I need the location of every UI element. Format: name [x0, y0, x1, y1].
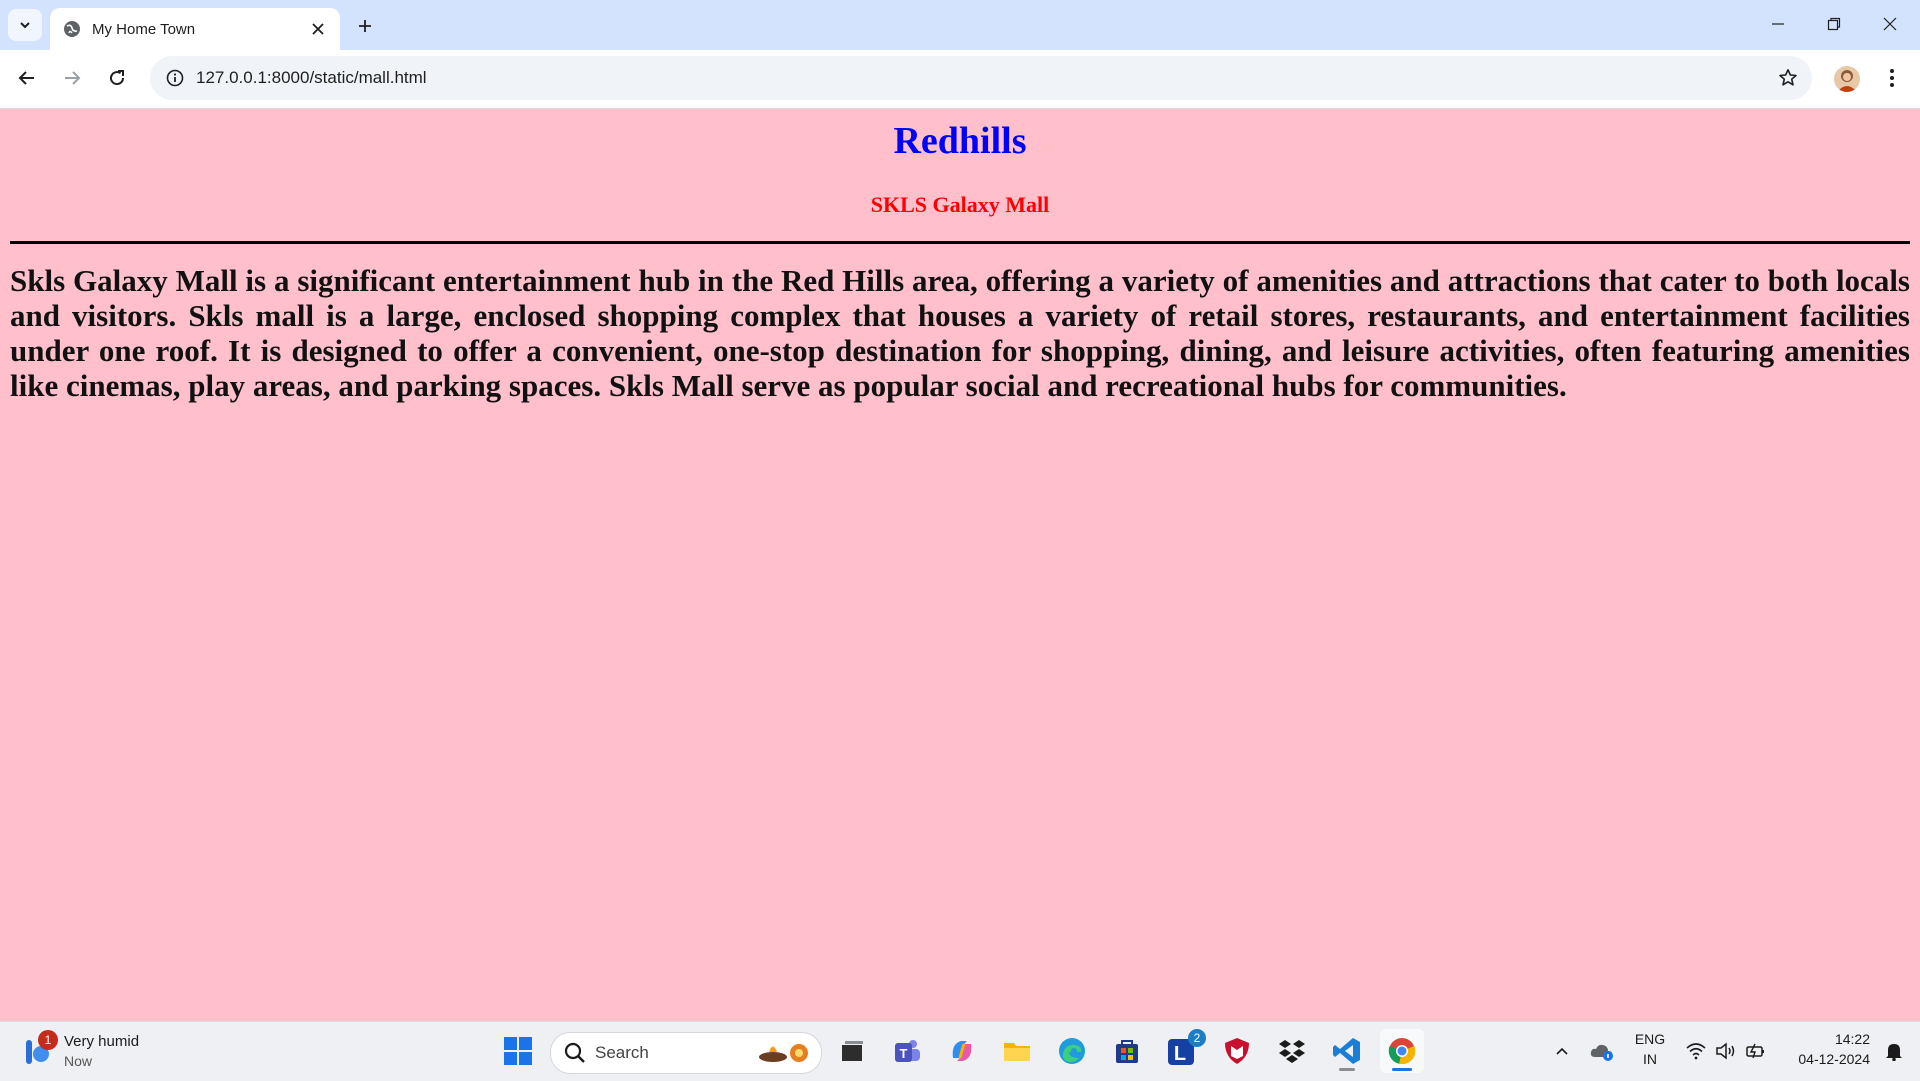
url-text[interactable]: 127.0.0.1:8000/static/mall.html: [196, 68, 427, 88]
battery-charging-icon: [1746, 1043, 1764, 1059]
browser-toolbar: 127.0.0.1:8000/static/mall.html: [0, 50, 1920, 109]
chrome-icon: [1388, 1038, 1416, 1065]
web-page-content: Redhills SKLS Galaxy Mall Skls Galaxy Ma…: [0, 109, 1920, 1021]
wifi-icon: [1686, 1043, 1706, 1060]
teams-icon: T: [895, 1040, 920, 1062]
dropbox-app[interactable]: [1270, 1029, 1314, 1073]
address-bar[interactable]: 127.0.0.1:8000/static/mall.html: [150, 56, 1812, 100]
close-window-button[interactable]: [1862, 4, 1918, 44]
minimize-button[interactable]: [1750, 4, 1806, 44]
description-paragraph: Skls Galaxy Mall is a significant entert…: [10, 263, 1910, 403]
running-indicator: [1339, 1068, 1355, 1071]
shield-icon: [1225, 1038, 1249, 1064]
notifications-button[interactable]: [1874, 1029, 1914, 1073]
cloud-icon: [1590, 1044, 1613, 1061]
dropbox-icon: [1279, 1040, 1305, 1063]
task-view-icon: [842, 1041, 863, 1061]
arrow-left-icon: [18, 71, 34, 85]
forward-button[interactable]: [54, 60, 90, 96]
new-tab-button[interactable]: [350, 12, 380, 40]
page-subheading: SKLS Galaxy Mall: [870, 192, 1050, 217]
edge-icon: [1059, 1038, 1085, 1064]
weather-notification-badge: 1: [38, 1030, 58, 1050]
copilot-icon: [952, 1041, 972, 1061]
reload-icon: [110, 70, 125, 86]
restore-button[interactable]: [1806, 4, 1862, 44]
close-icon: [1883, 17, 1897, 31]
weather-subtitle: Now: [64, 1053, 93, 1069]
divider: [10, 241, 1910, 244]
search-icon: [564, 1042, 585, 1063]
vscode-icon: [1333, 1038, 1360, 1064]
reload-button[interactable]: [99, 60, 135, 96]
minimize-icon: [1772, 23, 1784, 25]
globe-icon: [62, 19, 82, 39]
svg-text:T: T: [900, 1046, 908, 1061]
bookmark-star-icon[interactable]: [1774, 64, 1802, 92]
file-explorer-app[interactable]: [995, 1029, 1039, 1073]
speaker-icon: [1716, 1042, 1735, 1060]
store-icon: [1116, 1040, 1138, 1063]
language-indicator[interactable]: ENG: [1630, 1031, 1670, 1047]
taskbar-search-box[interactable]: Search: [550, 1032, 822, 1074]
onedrive-tray[interactable]: [1580, 1029, 1624, 1073]
app-notification-badge: 2: [1188, 1029, 1206, 1047]
windows-taskbar: 1 Very humid Now Search T L 2 ENG IN 14:…: [0, 1021, 1920, 1081]
site-info-icon[interactable]: [160, 63, 190, 93]
search-highlight-icon: [759, 1044, 808, 1062]
vscode-app[interactable]: [1325, 1029, 1369, 1073]
kebab-menu-icon: [1890, 69, 1894, 87]
chrome-app[interactable]: [1380, 1029, 1424, 1073]
weather-widget[interactable]: 1 Very humid Now: [20, 1030, 180, 1074]
battery-tray[interactable]: [1736, 1029, 1776, 1073]
search-placeholder: Search: [595, 1043, 649, 1062]
weather-title: Very humid: [64, 1033, 140, 1050]
clock-time[interactable]: 14:22: [1780, 1031, 1870, 1047]
lexicon-app[interactable]: L 2: [1160, 1029, 1206, 1073]
bell-icon: [1886, 1044, 1902, 1061]
tab-title: My Home Town: [92, 20, 196, 38]
chevron-down-icon: [20, 22, 30, 29]
tab-search-button[interactable]: [8, 9, 42, 41]
copilot-app[interactable]: [940, 1029, 984, 1073]
start-button[interactable]: [496, 1029, 540, 1073]
region-indicator[interactable]: IN: [1630, 1051, 1670, 1067]
browser-menu-button[interactable]: [1876, 60, 1908, 96]
edge-browser-app[interactable]: [1050, 1029, 1094, 1073]
browser-tab-active[interactable]: My Home Town: [50, 8, 340, 50]
svg-text:L: L: [1174, 1043, 1186, 1065]
plus-icon: [359, 20, 371, 32]
microsoft-store-app[interactable]: [1105, 1029, 1149, 1073]
folder-icon: [1004, 1043, 1030, 1061]
show-hidden-icons-button[interactable]: [1540, 1029, 1584, 1073]
mcafee-app[interactable]: [1215, 1029, 1259, 1073]
browser-tab-strip: My Home Town: [0, 0, 1920, 50]
arrow-right-icon: [65, 71, 81, 85]
profile-avatar[interactable]: [1834, 66, 1860, 92]
chevron-up-icon: [1556, 1047, 1568, 1055]
active-indicator: [1392, 1068, 1412, 1071]
close-tab-icon[interactable]: [304, 15, 332, 43]
page-heading: Redhills: [893, 120, 1027, 162]
teams-app[interactable]: T: [885, 1029, 929, 1073]
task-view-button[interactable]: [830, 1029, 874, 1073]
clock-date[interactable]: 04-12-2024: [1780, 1051, 1870, 1067]
windows-logo-icon: [504, 1037, 532, 1065]
restore-icon: [1827, 17, 1841, 31]
back-button[interactable]: [9, 60, 45, 96]
